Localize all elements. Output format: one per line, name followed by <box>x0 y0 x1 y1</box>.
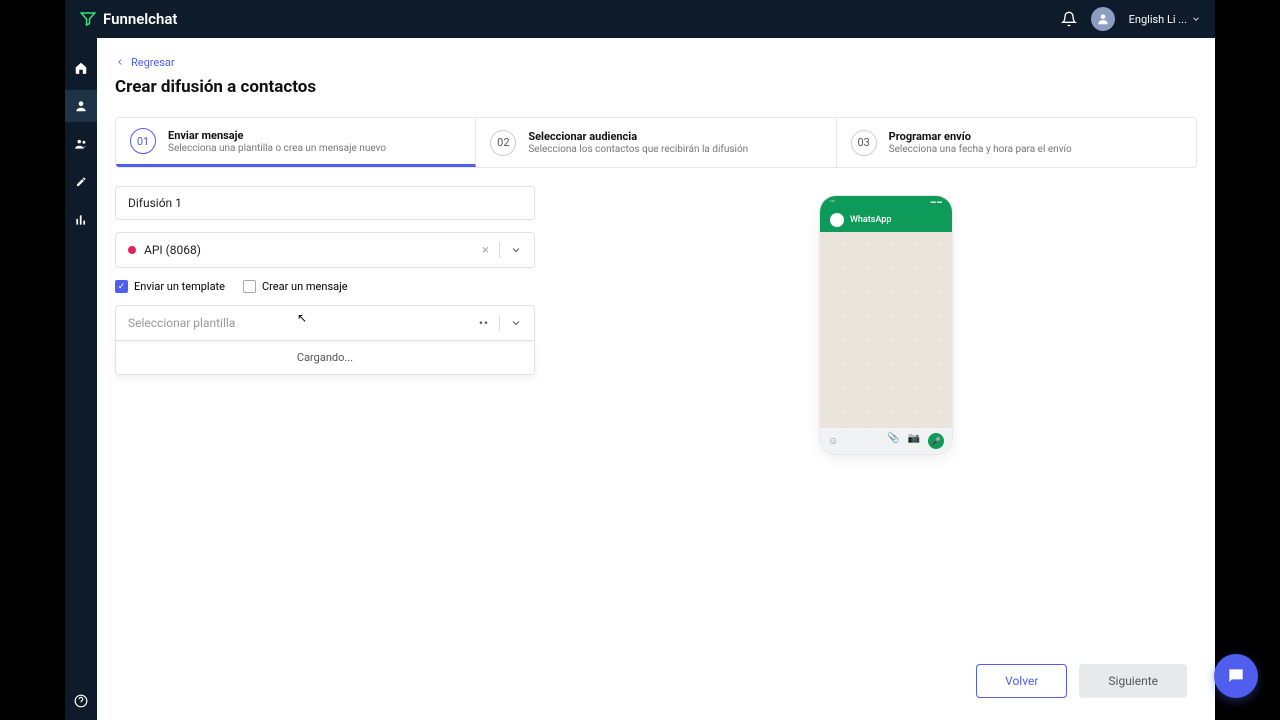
chat-widget-button[interactable] <box>1214 654 1258 698</box>
template-check-label: Enviar un template <box>134 280 225 293</box>
step-subtitle: Selecciona una fecha y hora para el enví… <box>889 144 1072 155</box>
chat-input-bar: ☺ 📎 📷 🎤 <box>820 428 952 454</box>
whatsapp-title: WhatsApp <box>850 215 891 225</box>
chat-bubble-icon <box>1226 666 1246 686</box>
main-content: Regresar Crear difusión a contactos 01 E… <box>97 38 1215 720</box>
chevron-down-icon[interactable] <box>510 317 522 329</box>
chat-avatar-icon <box>830 213 844 227</box>
loading-dots-icon: •• <box>479 316 489 330</box>
diffusion-name-input[interactable]: Difusión 1 <box>115 186 535 220</box>
clear-icon[interactable]: × <box>482 243 489 258</box>
template-select: Seleccionar plantilla •• Cargando... <box>115 305 535 375</box>
mic-button: 🎤 <box>928 433 944 449</box>
home-icon <box>74 61 88 75</box>
template-select-input[interactable]: Seleccionar plantilla •• <box>115 305 535 341</box>
person-icon <box>74 99 88 113</box>
chat-body <box>820 232 952 428</box>
chart-icon <box>74 213 88 227</box>
preview-panel: •••▬ ▬ WhatsApp ☺ 📎 <box>575 186 1197 702</box>
step-title: Seleccionar audiencia <box>528 130 748 143</box>
funnel-icon <box>79 10 97 28</box>
help-icon <box>74 694 88 708</box>
step-3[interactable]: 03 Programar envío Selecciona una fecha … <box>837 118 1196 167</box>
checkbox-icon <box>243 280 256 293</box>
diffusion-name-value: Difusión 1 <box>128 196 182 210</box>
phone-preview: •••▬ ▬ WhatsApp ☺ 📎 <box>820 196 952 454</box>
back-button[interactable]: Volver <box>976 664 1067 698</box>
brand-logo: Funnelchat <box>79 10 177 28</box>
chevron-down-icon <box>1191 14 1201 24</box>
message-type-options: Enviar un template Crear un mensaje <box>115 280 535 293</box>
phone-status-bar: •••▬ ▬ <box>820 199 952 205</box>
step-2[interactable]: 02 Seleccionar audiencia Selecciona los … <box>476 118 836 167</box>
template-checkbox[interactable]: Enviar un template <box>115 280 225 293</box>
next-button[interactable]: Siguiente <box>1079 664 1187 698</box>
nav-contacts[interactable] <box>65 90 97 122</box>
checkbox-icon <box>115 280 128 293</box>
api-select[interactable]: API (8068) × <box>115 232 535 268</box>
arrow-left-icon <box>115 57 125 67</box>
back-link[interactable]: Regresar <box>115 56 175 69</box>
chevron-down-icon[interactable] <box>510 244 522 256</box>
notifications-icon[interactable] <box>1061 11 1077 27</box>
camera-icon: 📷 <box>908 433 920 449</box>
wizard-footer: Volver Siguiente <box>976 664 1187 698</box>
users-icon <box>74 137 88 151</box>
nav-home[interactable] <box>65 52 97 84</box>
back-label: Regresar <box>131 56 175 69</box>
step-number: 02 <box>490 130 516 156</box>
message-check-label: Crear un mensaje <box>262 280 348 293</box>
nav-tools[interactable] <box>65 166 97 198</box>
step-subtitle: Selecciona una plantilla o crea un mensa… <box>168 143 386 154</box>
step-1[interactable]: 01 Enviar mensaje Selecciona una plantil… <box>116 118 476 167</box>
loading-text: Cargando... <box>297 351 353 364</box>
person-icon <box>1096 12 1110 26</box>
emoji-icon: ☺ <box>828 436 838 447</box>
language-label: English Li ... <box>1129 13 1187 26</box>
status-dot-icon <box>128 246 136 254</box>
tools-icon <box>74 175 88 189</box>
page-title: Crear difusión a contactos <box>115 77 1197 97</box>
phone-header: •••▬ ▬ WhatsApp <box>820 196 952 232</box>
language-selector[interactable]: English Li ... <box>1129 13 1201 26</box>
nav-team[interactable] <box>65 128 97 160</box>
template-dropdown: Cargando... <box>115 341 535 375</box>
separator <box>499 315 500 331</box>
step-number: 03 <box>851 130 877 156</box>
top-bar: Funnelchat English Li ... <box>65 0 1215 38</box>
step-subtitle: Selecciona los contactos que recibirán l… <box>528 144 748 155</box>
step-title: Enviar mensaje <box>168 129 386 142</box>
nav-analytics[interactable] <box>65 204 97 236</box>
message-checkbox[interactable]: Crear un mensaje <box>243 280 348 293</box>
template-placeholder: Seleccionar plantilla <box>128 316 235 330</box>
attach-icon: 📎 <box>887 433 899 449</box>
nav-help[interactable] <box>65 694 97 708</box>
separator <box>499 242 500 258</box>
user-avatar[interactable] <box>1091 7 1115 31</box>
api-value: API (8068) <box>144 243 201 257</box>
wizard-stepper: 01 Enviar mensaje Selecciona una plantil… <box>115 117 1197 168</box>
step-title: Programar envío <box>889 130 1072 143</box>
step-number: 01 <box>130 128 156 154</box>
sidebar <box>65 38 97 720</box>
brand-name: Funnelchat <box>103 10 177 28</box>
